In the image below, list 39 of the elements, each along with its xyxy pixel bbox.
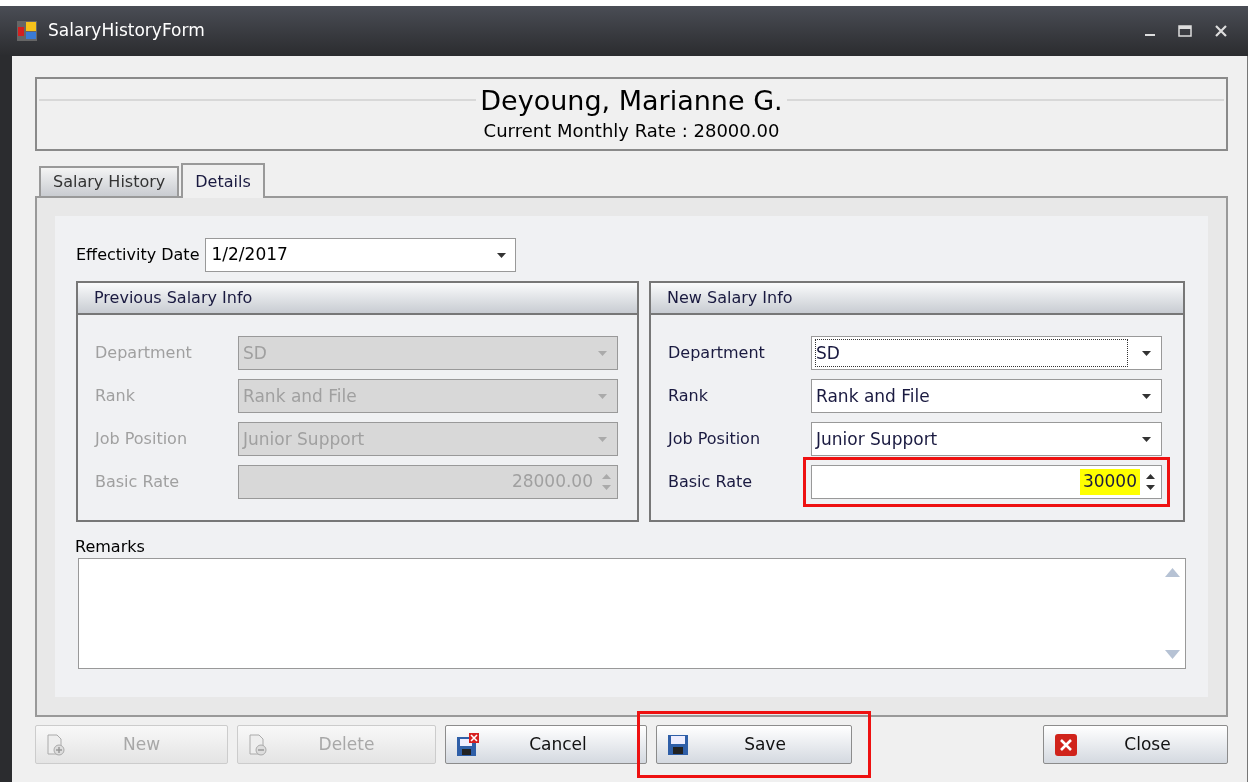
tab[interactable]: Salary History (39, 166, 180, 196)
new-document-icon (46, 733, 66, 756)
dropdown-arrow-icon (598, 393, 607, 399)
dropdown[interactable]: Junior Support (811, 422, 1162, 456)
group-title: New Salary Info (651, 283, 1183, 315)
floppy-x-icon (456, 732, 480, 757)
form-icon (16, 20, 38, 42)
tab[interactable]: Details (181, 163, 265, 198)
field-label: Rank (95, 385, 136, 407)
window-title: SalaryHistoryForm (48, 19, 205, 43)
delete-document-icon (248, 733, 268, 756)
close-button[interactable]: Close (1043, 725, 1228, 764)
dropdown-arrow-icon (1142, 436, 1151, 442)
close-icon[interactable] (1214, 24, 1228, 38)
field-label: Job Position (668, 428, 762, 450)
close-icon (1054, 732, 1078, 757)
dropdown-arrow-icon (497, 252, 507, 258)
monthly-rate-text: Current Monthly Rate : 28000.00 (483, 119, 780, 143)
field-label: Basic Rate (95, 471, 181, 493)
save-button[interactable]: Save (656, 725, 852, 764)
dropdown-arrow-icon (598, 436, 607, 442)
remarks-label: Remarks (75, 536, 146, 558)
number-field[interactable]: 30000 (811, 465, 1162, 499)
dropdown[interactable]: SD (811, 336, 1162, 370)
field-label: Job Position (95, 428, 189, 450)
group-title: Previous Salary Info (78, 283, 637, 315)
field-label: Department (95, 342, 193, 364)
dropdown-arrow-icon (598, 350, 607, 356)
dropdown[interactable]: Rank and File (811, 379, 1162, 413)
dropdown-arrow-icon (1142, 393, 1151, 399)
field-label: Rank (668, 385, 709, 407)
field-label: Basic Rate (668, 471, 754, 493)
cancel-button[interactable]: Cancel (445, 725, 647, 764)
dropdown-arrow-icon (1142, 350, 1151, 356)
field-label: Department (668, 342, 766, 364)
spinner-arrows-icon[interactable] (1146, 472, 1155, 492)
maximize-icon[interactable] (1178, 25, 1192, 37)
field-label: Effectivity Date (76, 244, 200, 266)
date-dropdown[interactable]: 1/2/2017 (205, 238, 517, 272)
